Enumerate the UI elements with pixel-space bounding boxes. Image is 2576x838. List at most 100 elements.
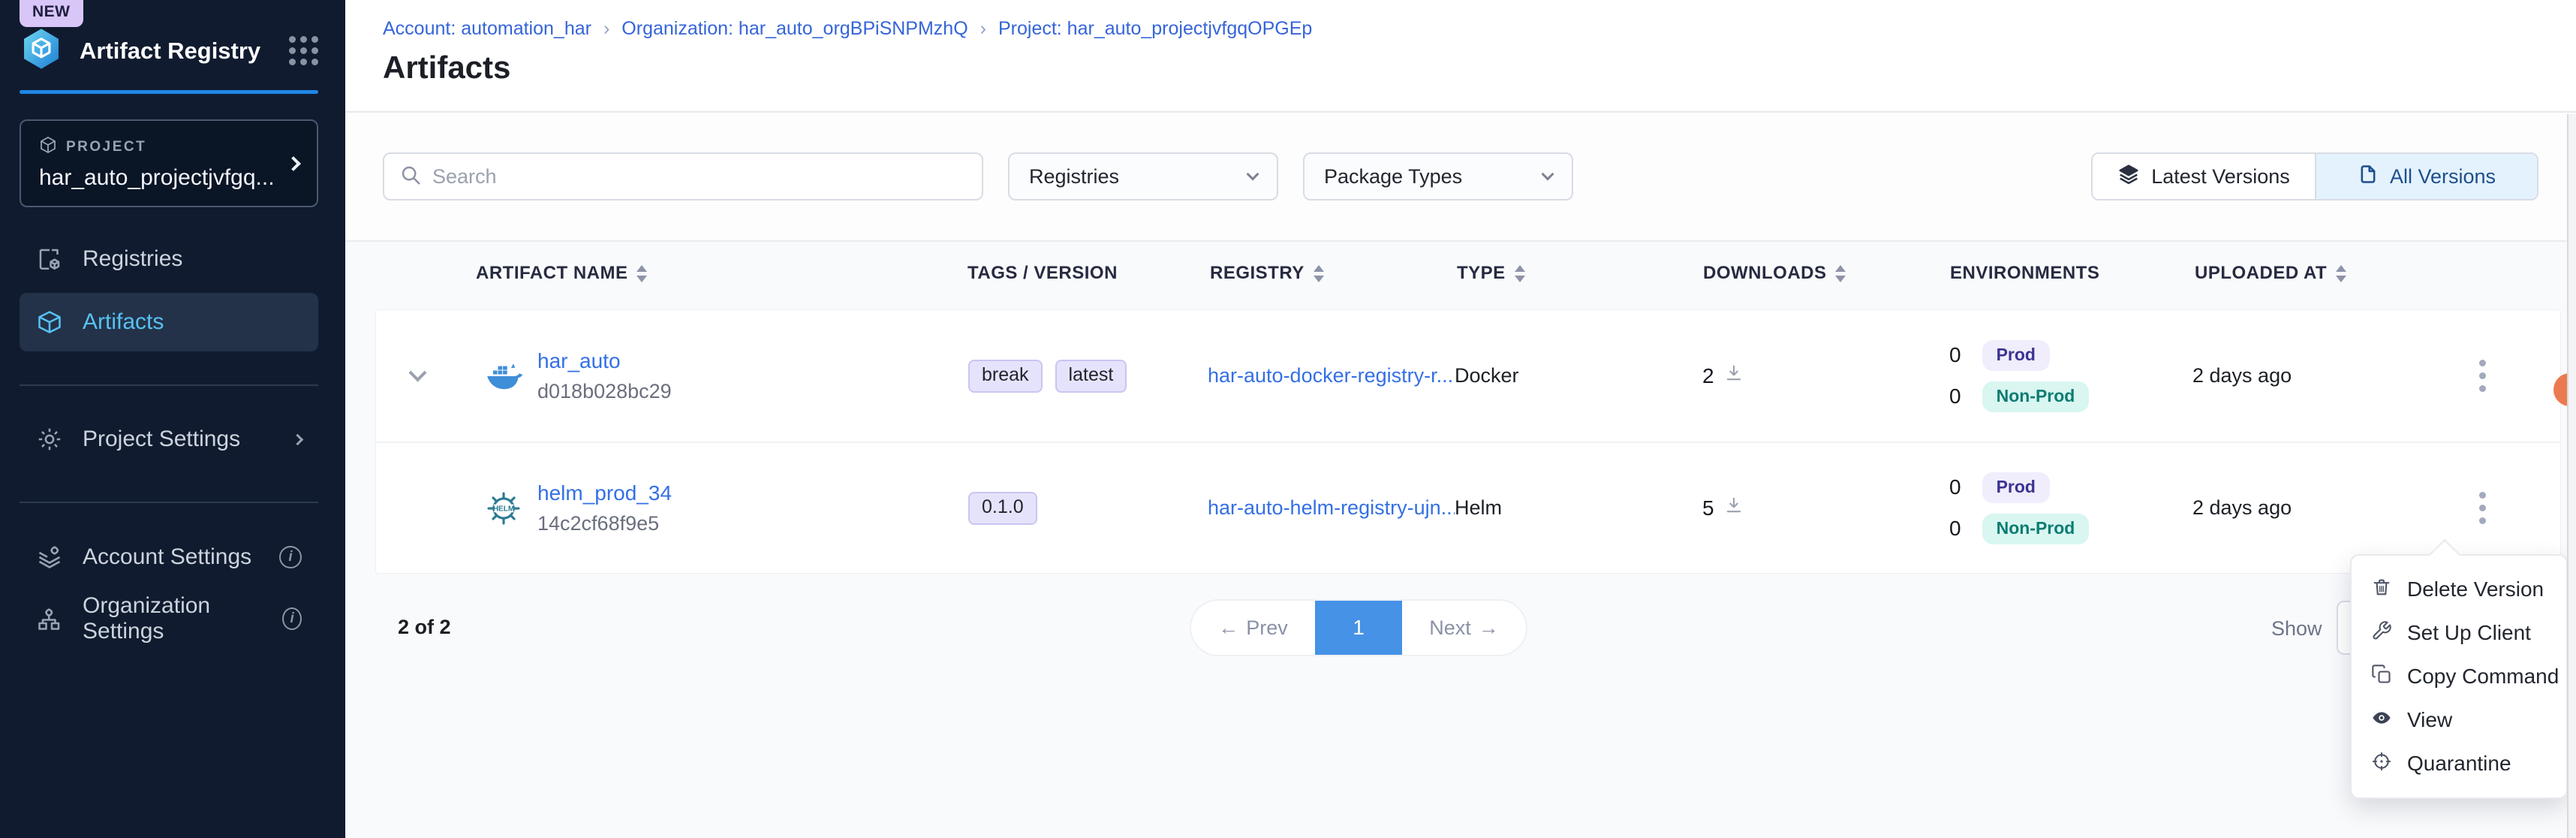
column-label: TAGS / VERSION	[968, 263, 1118, 284]
menu-item-delete-version[interactable]: Delete Version	[2352, 568, 2566, 611]
row-actions-kebab-icon[interactable]	[2470, 351, 2495, 401]
sidebar-item-organization-settings[interactable]: Organization Settings i	[20, 589, 318, 648]
all-versions-button[interactable]: All Versions	[2315, 154, 2537, 199]
prev-page-button[interactable]: ← Prev	[1191, 601, 1315, 655]
expand-row-chevron-icon[interactable]	[408, 363, 426, 381]
artifact-type: Helm	[1455, 496, 1701, 520]
next-label: Next	[1429, 616, 1471, 640]
search-input[interactable]	[432, 165, 967, 188]
sort-icon	[636, 265, 647, 282]
package-types-filter-dropdown[interactable]: Package Types	[1303, 152, 1573, 200]
latest-versions-button[interactable]: Latest Versions	[2093, 154, 2315, 199]
env-prod-badge: Prod	[1982, 340, 2050, 371]
svg-text:HELM: HELM	[493, 505, 514, 513]
sidebar-account-nav: Account Settings i Organization Settings…	[20, 528, 318, 648]
sort-icon	[1835, 265, 1846, 282]
menu-item-label: Set Up Client	[2407, 621, 2531, 645]
column-header-tags-version: TAGS / VERSION	[964, 263, 1207, 284]
artifacts-table: ARTIFACT NAME TAGS / VERSION REGISTRY TY…	[345, 242, 2576, 838]
result-count: 2 of 2	[398, 616, 451, 639]
info-icon[interactable]: i	[282, 607, 302, 630]
registries-filter-dropdown[interactable]: Registries	[1008, 152, 1278, 200]
tag-badge: break	[968, 360, 1043, 393]
menu-item-view[interactable]: View	[2352, 698, 2566, 742]
app-switcher-icon[interactable]	[289, 36, 318, 65]
sort-icon	[2336, 265, 2346, 282]
page-number-button[interactable]: 1	[1315, 601, 1402, 655]
column-label: ENVIRONMENTS	[1950, 263, 2099, 284]
copy-icon	[2371, 664, 2392, 690]
breadcrumb: Account: automation_har › Organization: …	[383, 18, 2576, 40]
gear-icon	[36, 426, 63, 453]
project-name: har_auto_projectjvfgq...	[39, 165, 288, 191]
table-body: har_auto d018b028bc29 break latest har-a…	[375, 309, 2561, 574]
scrollbar-track[interactable]	[2567, 114, 2576, 838]
page-title: Artifacts	[383, 50, 2576, 86]
info-icon[interactable]: i	[279, 546, 302, 568]
registry-link[interactable]: har-auto-docker-registry-r...	[1208, 364, 1455, 387]
sidebar-item-registries[interactable]: Registries	[20, 230, 318, 288]
menu-item-set-up-client[interactable]: Set Up Client	[2352, 611, 2566, 655]
sidebar-item-label: Organization Settings	[83, 593, 263, 644]
version-view-toggle: Latest Versions All Versions	[2091, 152, 2538, 200]
menu-item-label: Copy Command	[2407, 665, 2559, 689]
sort-icon	[1515, 265, 1525, 282]
download-icon	[1723, 495, 1744, 521]
prev-label: Prev	[1246, 616, 1288, 640]
breadcrumb-organization-link[interactable]: Organization: har_auto_orgBPiSNPMzhQ	[621, 18, 968, 40]
project-cube-icon	[39, 136, 57, 158]
project-selector[interactable]: PROJECT har_auto_projectjvfgq...	[20, 119, 318, 207]
sort-icon	[1314, 265, 1324, 282]
sidebar: NEW Artifact Registry	[0, 0, 345, 838]
uploaded-at: 2 days ago	[2192, 364, 2403, 387]
pagination: ← Prev 1 Next →	[1190, 599, 1527, 656]
chevron-down-icon	[1542, 168, 1554, 181]
column-header-registry[interactable]: REGISTRY	[1207, 263, 1454, 284]
page-header: Account: automation_har › Organization: …	[345, 0, 2576, 113]
toolbar: Registries Package Types Latest Versions	[345, 113, 2576, 242]
accent-divider	[20, 90, 318, 94]
artifact-digest: d018b028bc29	[537, 380, 672, 403]
org-gear-icon	[36, 605, 63, 632]
menu-item-label: Delete Version	[2407, 577, 2544, 601]
column-header-type[interactable]: TYPE	[1454, 263, 1700, 284]
table-row: HELM helm_prod_34 14c2cf68f9e5 0.1.0 har…	[376, 442, 2560, 573]
sidebar-item-artifacts[interactable]: Artifacts	[20, 293, 318, 351]
table-header-row: ARTIFACT NAME TAGS / VERSION REGISTRY TY…	[375, 242, 2576, 284]
artifacts-cube-icon	[36, 309, 63, 336]
artifact-type: Docker	[1455, 364, 1701, 387]
column-header-uploaded-at[interactable]: UPLOADED AT	[2192, 263, 2402, 284]
uploaded-at: 2 days ago	[2192, 496, 2403, 520]
row-context-menu: Delete Version Set Up Client Copy Com	[2350, 554, 2568, 799]
column-header-downloads[interactable]: DOWNLOADS	[1700, 263, 1947, 284]
env-prod-badge: Prod	[1982, 472, 2050, 503]
helm-icon: HELM	[485, 490, 522, 527]
column-label: DOWNLOADS	[1703, 263, 1826, 284]
breadcrumb-project-link[interactable]: Project: har_auto_projectjvfgqOPGEp	[998, 18, 1312, 40]
row-actions-kebab-icon[interactable]	[2470, 483, 2495, 533]
trash-icon	[2371, 577, 2392, 603]
breadcrumb-separator: ›	[980, 18, 986, 40]
artifact-name-link[interactable]: helm_prod_34	[537, 481, 672, 505]
menu-item-copy-command[interactable]: Copy Command	[2352, 655, 2566, 698]
crosshair-icon	[2371, 751, 2392, 777]
env-nonprod-badge: Non-Prod	[1982, 381, 2090, 412]
sidebar-item-label: Project Settings	[83, 427, 240, 452]
env-count: 0	[1949, 384, 1961, 408]
chevron-right-icon	[286, 156, 301, 171]
breadcrumb-account-link[interactable]: Account: automation_har	[383, 18, 591, 40]
sidebar-item-account-settings[interactable]: Account Settings i	[20, 528, 318, 586]
downloads-count: 5	[1702, 496, 1714, 520]
arrow-left-icon: ←	[1218, 616, 1238, 640]
menu-item-quarantine[interactable]: Quarantine	[2352, 742, 2566, 785]
sidebar-item-project-settings[interactable]: Project Settings	[20, 410, 318, 469]
column-label: UPLOADED AT	[2195, 263, 2327, 284]
column-header-artifact-name[interactable]: ARTIFACT NAME	[458, 263, 964, 284]
artifact-name-link[interactable]: har_auto	[537, 349, 672, 373]
sidebar-nav: Registries Artifacts	[20, 230, 318, 351]
table-footer: 2 of 2 ← Prev 1 Next → Show	[345, 599, 2576, 667]
next-page-button[interactable]: Next →	[1402, 601, 1526, 655]
registry-link[interactable]: har-auto-helm-registry-ujn...	[1208, 496, 1455, 520]
layers-gear-icon	[36, 544, 63, 571]
file-icon	[2358, 164, 2379, 190]
